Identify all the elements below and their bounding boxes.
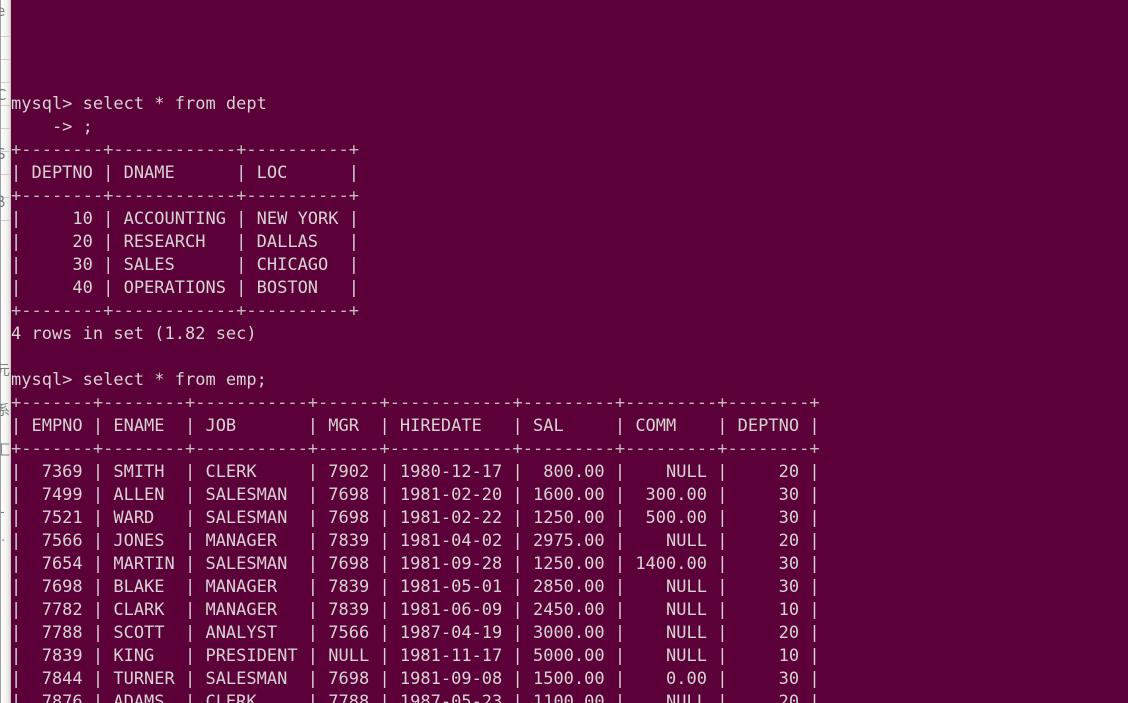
terminal-line-row: | 7698 | BLAKE | MANAGER | 7839 | 1981-0… bbox=[11, 577, 820, 597]
terminal-line-row: | 10 | ACCOUNTING | NEW YORK | bbox=[11, 209, 359, 229]
terminal-line-row: | 7788 | SCOTT | ANALYST | 7566 | 1987-0… bbox=[11, 623, 820, 643]
terminal-line-rule: +-------+--------+-----------+------+---… bbox=[11, 393, 820, 413]
terminal-line-row: | 7844 | TURNER | SALESMAN | 7698 | 1981… bbox=[11, 669, 820, 689]
terminal-line-row: | 7369 | SMITH | CLERK | 7902 | 1980-12-… bbox=[11, 462, 820, 482]
terminal-line-row: | 7499 | ALLEN | SALESMAN | 7698 | 1981-… bbox=[11, 485, 820, 505]
terminal-line-row: | 7566 | JONES | MANAGER | 7839 | 1981-0… bbox=[11, 531, 820, 551]
bg-glyph-dash: - bbox=[0, 505, 5, 520]
terminal-line-status: 4 rows in set (1.82 sec) bbox=[11, 324, 257, 344]
terminal-line-row: | 30 | SALES | CHICAGO | bbox=[11, 255, 359, 275]
bg-glyph-beta: β bbox=[0, 193, 6, 211]
terminal-line-row: | 40 | OPERATIONS | BOSTON | bbox=[11, 278, 359, 298]
terminal-line-row: | 20 | RESEARCH | DALLAS | bbox=[11, 232, 359, 252]
bg-glyph-cjk-1: 元 bbox=[0, 363, 10, 379]
terminal-output: mysql> select * from dept -> ; +--------+… bbox=[11, 93, 1128, 703]
terminal-line-row: | 7876 | ADAMS | CLERK | 7788 | 1987-05-… bbox=[11, 692, 820, 703]
terminal-line-command: mysql> select * from emp; bbox=[11, 370, 267, 390]
bg-glyph-e: e bbox=[0, 2, 6, 20]
background-window-sliver[interactable]: e C S β 元 系 汇 - . bbox=[0, 0, 11, 703]
terminal-line-row: | 7521 | WARD | SALESMAN | 7698 | 1981-0… bbox=[11, 508, 820, 528]
terminal-line-row: | 7782 | CLARK | MANAGER | 7839 | 1981-0… bbox=[11, 600, 820, 620]
bg-glyph-cjk-3: 汇 bbox=[0, 443, 10, 459]
bg-glyph-s: S bbox=[0, 145, 6, 163]
terminal-line-rule: +--------+------------+----------+ bbox=[11, 301, 359, 321]
bg-glyph-c: C bbox=[0, 86, 7, 104]
terminal-line-rule: +-------+--------+-----------+------+---… bbox=[11, 439, 820, 459]
bg-glyph-cjk-2: 系 bbox=[0, 403, 10, 419]
terminal-line-rule: +--------+------------+----------+ bbox=[11, 140, 359, 160]
terminal-line-command: -> ; bbox=[11, 117, 93, 137]
terminal-line-header: | DEPTNO | DNAME | LOC | bbox=[11, 163, 359, 183]
terminal-line-rule: +--------+------------+----------+ bbox=[11, 186, 359, 206]
mysql-terminal[interactable]: mysql> select * from dept -> ; +--------+… bbox=[11, 0, 1128, 703]
terminal-line-command: mysql> select * from dept bbox=[11, 94, 267, 114]
terminal-line-row: | 7839 | KING | PRESIDENT | NULL | 1981-… bbox=[11, 646, 820, 666]
bg-glyph-dot: . bbox=[1, 530, 6, 545]
terminal-line-header: | EMPNO | ENAME | JOB | MGR | HIREDATE |… bbox=[11, 416, 820, 436]
screen: e C S β 元 系 汇 - . mysql> select * from d… bbox=[0, 0, 1128, 703]
terminal-line-row: | 7654 | MARTIN | SALESMAN | 7698 | 1981… bbox=[11, 554, 820, 574]
